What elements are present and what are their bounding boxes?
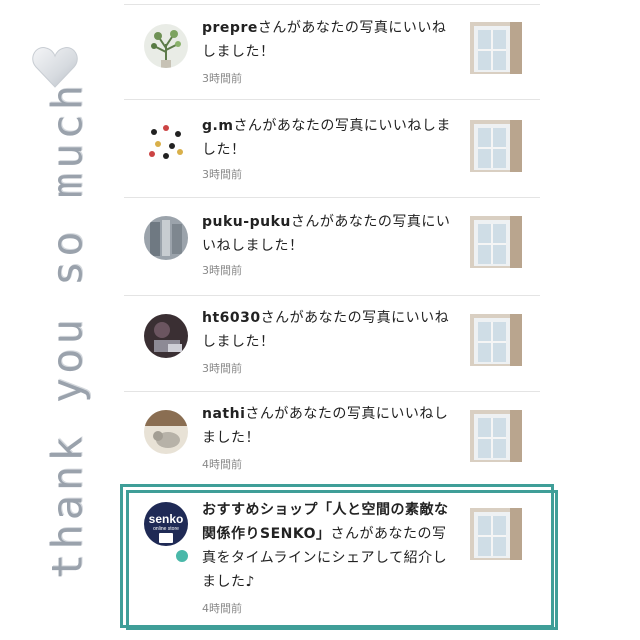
notification-row[interactable]: ht6030さんがあなたの写真にいいねしました！ 3時間前 xyxy=(124,296,540,392)
user-avatar[interactable] xyxy=(144,120,188,164)
username[interactable]: puku-puku xyxy=(202,214,291,230)
timestamp: 3時間前 xyxy=(202,264,242,277)
photo-thumbnail[interactable] xyxy=(470,216,522,268)
timestamp: 3時間前 xyxy=(202,72,242,85)
user-avatar[interactable] xyxy=(144,216,188,260)
notification-message: puku-pukuさんがあなたの写真にいいねしました！ xyxy=(202,214,451,254)
user-avatar[interactable] xyxy=(144,314,188,358)
user-avatar[interactable] xyxy=(144,24,188,68)
timestamp: 3時間前 xyxy=(202,362,242,375)
notification-row[interactable]: prepreさんがあなたの写真にいいねしました！ 3時間前 xyxy=(124,4,540,100)
photo-thumbnail[interactable] xyxy=(470,120,522,172)
timestamp: 3時間前 xyxy=(202,168,242,181)
username[interactable]: ht6030 xyxy=(202,310,261,326)
username[interactable]: prepre xyxy=(202,20,258,36)
username[interactable]: nathi xyxy=(202,406,245,422)
notification-row[interactable]: g.mさんがあなたの写真にいいねしました！ 3時間前 xyxy=(124,100,540,198)
highlight-frame-inner xyxy=(126,490,558,630)
notification-message: nathiさんがあなたの写真にいいねしました！ xyxy=(202,406,449,446)
notification-row[interactable]: nathiさんがあなたの写真にいいねしました！ 4時間前 xyxy=(124,392,540,482)
photo-thumbnail[interactable] xyxy=(470,410,522,462)
thank-you-text: thank you so much xyxy=(42,81,92,579)
notification-message: prepreさんがあなたの写真にいいねしました！ xyxy=(202,20,447,60)
user-avatar[interactable] xyxy=(144,410,188,454)
username[interactable]: g.m xyxy=(202,118,233,134)
photo-thumbnail[interactable] xyxy=(470,314,522,366)
photo-thumbnail[interactable] xyxy=(470,22,522,74)
timestamp: 4時間前 xyxy=(202,458,242,471)
notification-message: g.mさんがあなたの写真にいいねしました！ xyxy=(202,118,451,158)
notification-row[interactable]: puku-pukuさんがあなたの写真にいいねしました！ 3時間前 xyxy=(124,198,540,296)
side-decoration: thank you so much xyxy=(0,0,120,640)
notification-message: ht6030さんがあなたの写真にいいねしました！ xyxy=(202,310,450,350)
